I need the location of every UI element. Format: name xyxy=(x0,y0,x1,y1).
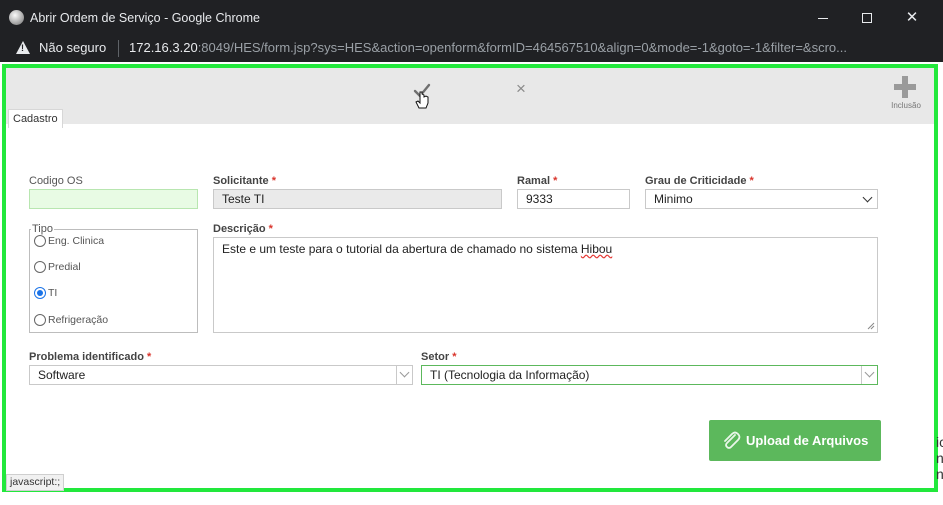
radio-predial[interactable]: Predial xyxy=(34,261,81,279)
minimize-icon xyxy=(818,18,828,19)
radio-label: Refrigeração xyxy=(48,314,109,326)
cancel-button[interactable]: × xyxy=(514,80,528,97)
service-order-form: × Inclusão Cadastro Codigo OS Solicitant… xyxy=(2,64,938,492)
maximize-button[interactable] xyxy=(844,4,890,32)
criticidade-label: Grau de Criticidade * xyxy=(645,175,754,187)
side-text-line: ic xyxy=(936,434,943,450)
criticidade-label-text: Grau de Criticidade xyxy=(645,175,747,187)
criticidade-value: Minimo xyxy=(654,192,693,206)
side-text-line: n xyxy=(936,450,943,466)
background-page-text: ic n n xyxy=(936,434,943,482)
window-title: Abrir Ordem de Serviço - Google Chrome xyxy=(30,11,260,25)
check-cursor-icon xyxy=(413,83,431,109)
address-divider xyxy=(118,40,119,57)
chevron-down-icon xyxy=(862,192,873,203)
problema-value: Software xyxy=(38,368,86,382)
required-mark: * xyxy=(271,175,276,187)
solicitante-input[interactable]: Teste TI xyxy=(213,189,502,209)
url-host: 172.16.3.20 xyxy=(129,40,198,55)
required-mark: * xyxy=(452,351,457,363)
maximize-icon xyxy=(862,13,872,23)
tab-cadastro[interactable]: Cadastro xyxy=(8,109,63,128)
chevron-down-icon[interactable] xyxy=(396,366,412,384)
minimize-button[interactable] xyxy=(800,4,846,32)
radio-ti[interactable]: TI xyxy=(34,287,57,305)
close-button[interactable]: ✕ xyxy=(889,4,935,32)
browser-window: Abrir Ordem de Serviço - Google Chrome ✕… xyxy=(0,0,943,505)
descricao-text: Este e um teste para o tutorial da abert… xyxy=(222,242,581,256)
required-mark: * xyxy=(553,175,558,187)
criticidade-select[interactable]: Minimo xyxy=(645,189,878,209)
setor-value: TI (Tecnologia da Informação) xyxy=(430,368,590,382)
descricao-label-text: Descrição xyxy=(213,223,266,235)
resize-handle-icon[interactable] xyxy=(867,322,875,330)
ramal-label-text: Ramal xyxy=(517,175,551,187)
problema-label-text: Problema identificado xyxy=(29,351,144,363)
radio-eng-clinica[interactable]: Eng. Clinica xyxy=(34,235,104,253)
tipo-label: Tipo xyxy=(31,223,54,235)
setor-label-text: Setor xyxy=(421,351,450,363)
security-status[interactable]: Não seguro xyxy=(39,40,106,55)
required-mark: * xyxy=(268,223,273,235)
upload-files-button[interactable]: Upload de Arquivos xyxy=(709,420,881,461)
ramal-label: Ramal * xyxy=(517,175,557,187)
solicitante-label: Solicitante * xyxy=(213,175,276,187)
warning-icon xyxy=(16,41,30,54)
radio-icon xyxy=(34,235,46,248)
descricao-textarea[interactable]: Este e um teste para o tutorial da abert… xyxy=(213,237,878,333)
codigo-os-input[interactable] xyxy=(29,189,198,209)
radio-label: Predial xyxy=(48,261,81,273)
add-button[interactable]: Inclusão xyxy=(886,72,926,112)
radio-icon xyxy=(34,261,46,274)
upload-label: Upload de Arquivos xyxy=(746,433,869,448)
radio-selected-icon xyxy=(34,287,46,300)
title-bar: Abrir Ordem de Serviço - Google Chrome ✕ xyxy=(0,0,943,36)
radio-icon xyxy=(34,314,46,327)
status-bar-url: javascript:; xyxy=(6,474,65,491)
setor-label: Setor * xyxy=(421,351,456,363)
required-mark: * xyxy=(146,351,152,363)
solicitante-label-text: Solicitante xyxy=(213,175,269,187)
ramal-input[interactable]: 9333 xyxy=(517,189,630,209)
codigo-os-label: Codigo OS xyxy=(29,175,83,187)
radio-label: Eng. Clinica xyxy=(48,235,105,247)
misspelled-word: Hibou xyxy=(580,242,613,256)
confirm-button[interactable] xyxy=(412,82,434,109)
paperclip-icon xyxy=(724,431,741,449)
side-text-line: n xyxy=(936,466,943,482)
required-mark: * xyxy=(749,175,754,187)
url-text[interactable]: 172.16.3.20:8049/HES/form.jsp?sys=HES&ac… xyxy=(129,40,929,55)
chrome-icon xyxy=(9,10,24,25)
address-bar[interactable]: Não seguro 172.16.3.20:8049/HES/form.jsp… xyxy=(0,36,943,62)
form-toolbar: × Inclusão xyxy=(6,68,934,124)
setor-combobox[interactable]: TI (Tecnologia da Informação) xyxy=(421,365,878,385)
problema-label: Problema identificado * xyxy=(29,351,151,363)
chevron-down-icon[interactable] xyxy=(861,366,877,384)
url-path: :8049/HES/form.jsp?sys=HES&action=openfo… xyxy=(197,40,847,55)
radio-label: TI xyxy=(48,287,58,299)
radio-refrigeracao[interactable]: Refrigeração xyxy=(34,314,108,332)
plus-icon-stem xyxy=(902,76,908,98)
add-label: Inclusão xyxy=(891,101,921,110)
descricao-label: Descrição * xyxy=(213,223,273,235)
problema-combobox[interactable]: Software xyxy=(29,365,413,385)
